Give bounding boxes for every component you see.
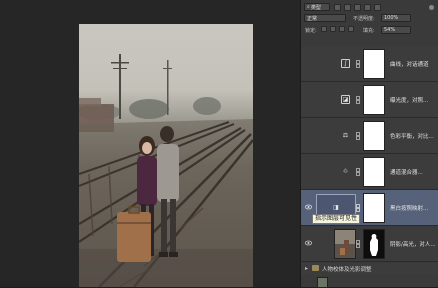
folder-icon [312, 265, 319, 271]
visibility-eye-icon[interactable] [305, 96, 312, 102]
opacity-field[interactable]: 100% [381, 14, 411, 22]
curves-icon: ∫ [341, 59, 350, 68]
smart-object-filter-icon[interactable] [374, 4, 381, 11]
shape-filter-icon[interactable] [364, 4, 371, 11]
color-balance-icon: ⚖ [342, 132, 349, 139]
photo-thumbnail-image [335, 230, 355, 258]
lock-brush-icon[interactable] [330, 26, 336, 32]
chevron-right-icon[interactable]: ▸ [305, 265, 308, 272]
layer-filter-dropdown[interactable]: ⌕ 类型 [304, 3, 330, 11]
opacity-value: 100% [384, 15, 399, 21]
fill-field[interactable]: 54% [381, 26, 411, 34]
document-canvas[interactable] [0, 0, 300, 287]
blend-mode-value: 正常 [307, 15, 318, 22]
document-photo [79, 24, 253, 287]
layers-panel: ⌕ 类型 正常 不透明度: 100% 锁定: 填充: 54% ∫ 曲线，对话通道… [300, 0, 438, 288]
layer-row[interactable]: ∫ 曲线，对话通道 [301, 46, 438, 82]
layer-row[interactable]: 阴影/高光，对人... [301, 226, 438, 262]
link-icon[interactable] [356, 168, 360, 176]
visibility-eye-icon[interactable] [305, 240, 312, 246]
mask-silhouette [370, 234, 378, 256]
layer-name: 阴影/高光，对人... [390, 242, 436, 248]
layer-filter-label: 类型 [310, 4, 321, 11]
group-name: 人物校体及光影调整 [322, 267, 372, 273]
blend-mode-dropdown[interactable]: 正常 [304, 14, 346, 22]
visibility-eye-icon[interactable] [305, 204, 312, 210]
layer-row[interactable]: ◪ 曝光度，对照... [301, 82, 438, 118]
link-icon[interactable] [356, 204, 360, 212]
pixel-filter-icon[interactable] [334, 4, 341, 11]
visibility-eye-icon[interactable] [305, 132, 312, 138]
visibility-tooltip: 指示图层可见性 [312, 214, 361, 224]
layer-name: 曲线，对话通道 [390, 62, 429, 68]
layers-panel-footer [301, 275, 438, 288]
lock-all-icon[interactable] [348, 26, 354, 32]
link-icon[interactable] [356, 240, 360, 248]
link-icon[interactable] [356, 132, 360, 140]
search-icon: ⌕ [307, 4, 310, 10]
exposure-icon: ◪ [341, 95, 350, 104]
layer-mask-thumbnail[interactable] [363, 229, 385, 259]
link-icon[interactable] [356, 96, 360, 104]
photo-scene [79, 54, 253, 287]
layer-mask-thumbnail[interactable] [363, 121, 385, 151]
layer-mask-thumbnail[interactable] [363, 193, 385, 223]
layer-name: 色彩平衡，对比... [390, 134, 434, 140]
adjustment-filter-icon[interactable] [344, 4, 351, 11]
layer-mask-thumbnail[interactable] [363, 157, 385, 187]
layer-mask-thumbnail[interactable] [363, 49, 385, 79]
lock-transparent-icon[interactable] [321, 26, 327, 32]
link-icon[interactable] [356, 60, 360, 68]
visibility-eye-icon[interactable] [305, 168, 312, 174]
layer-row[interactable]: ⚖ 色彩平衡，对比... [301, 118, 438, 154]
layer-thumbnail-partial [317, 277, 328, 288]
channel-mixer-icon: ♲ [342, 168, 349, 175]
filter-toggle-icon[interactable] [429, 5, 434, 10]
layer-mask-thumbnail[interactable] [363, 85, 385, 115]
layer-name: 曝光度，对照... [390, 98, 429, 104]
fill-value: 54% [384, 27, 396, 33]
type-filter-icon[interactable] [354, 4, 361, 11]
fill-label: 填充: [363, 28, 375, 34]
opacity-label: 不透明度: [353, 16, 375, 22]
photo-layer-thumbnail[interactable] [334, 229, 356, 259]
lock-move-icon[interactable] [339, 26, 345, 32]
layer-row[interactable]: ♲ 通道混合器... [301, 154, 438, 190]
visibility-eye-icon[interactable] [305, 60, 312, 66]
lock-label: 锁定: [305, 28, 317, 34]
layer-name: 通道混合器... [390, 170, 423, 176]
layer-name: 黑白按照映射... [390, 206, 429, 212]
